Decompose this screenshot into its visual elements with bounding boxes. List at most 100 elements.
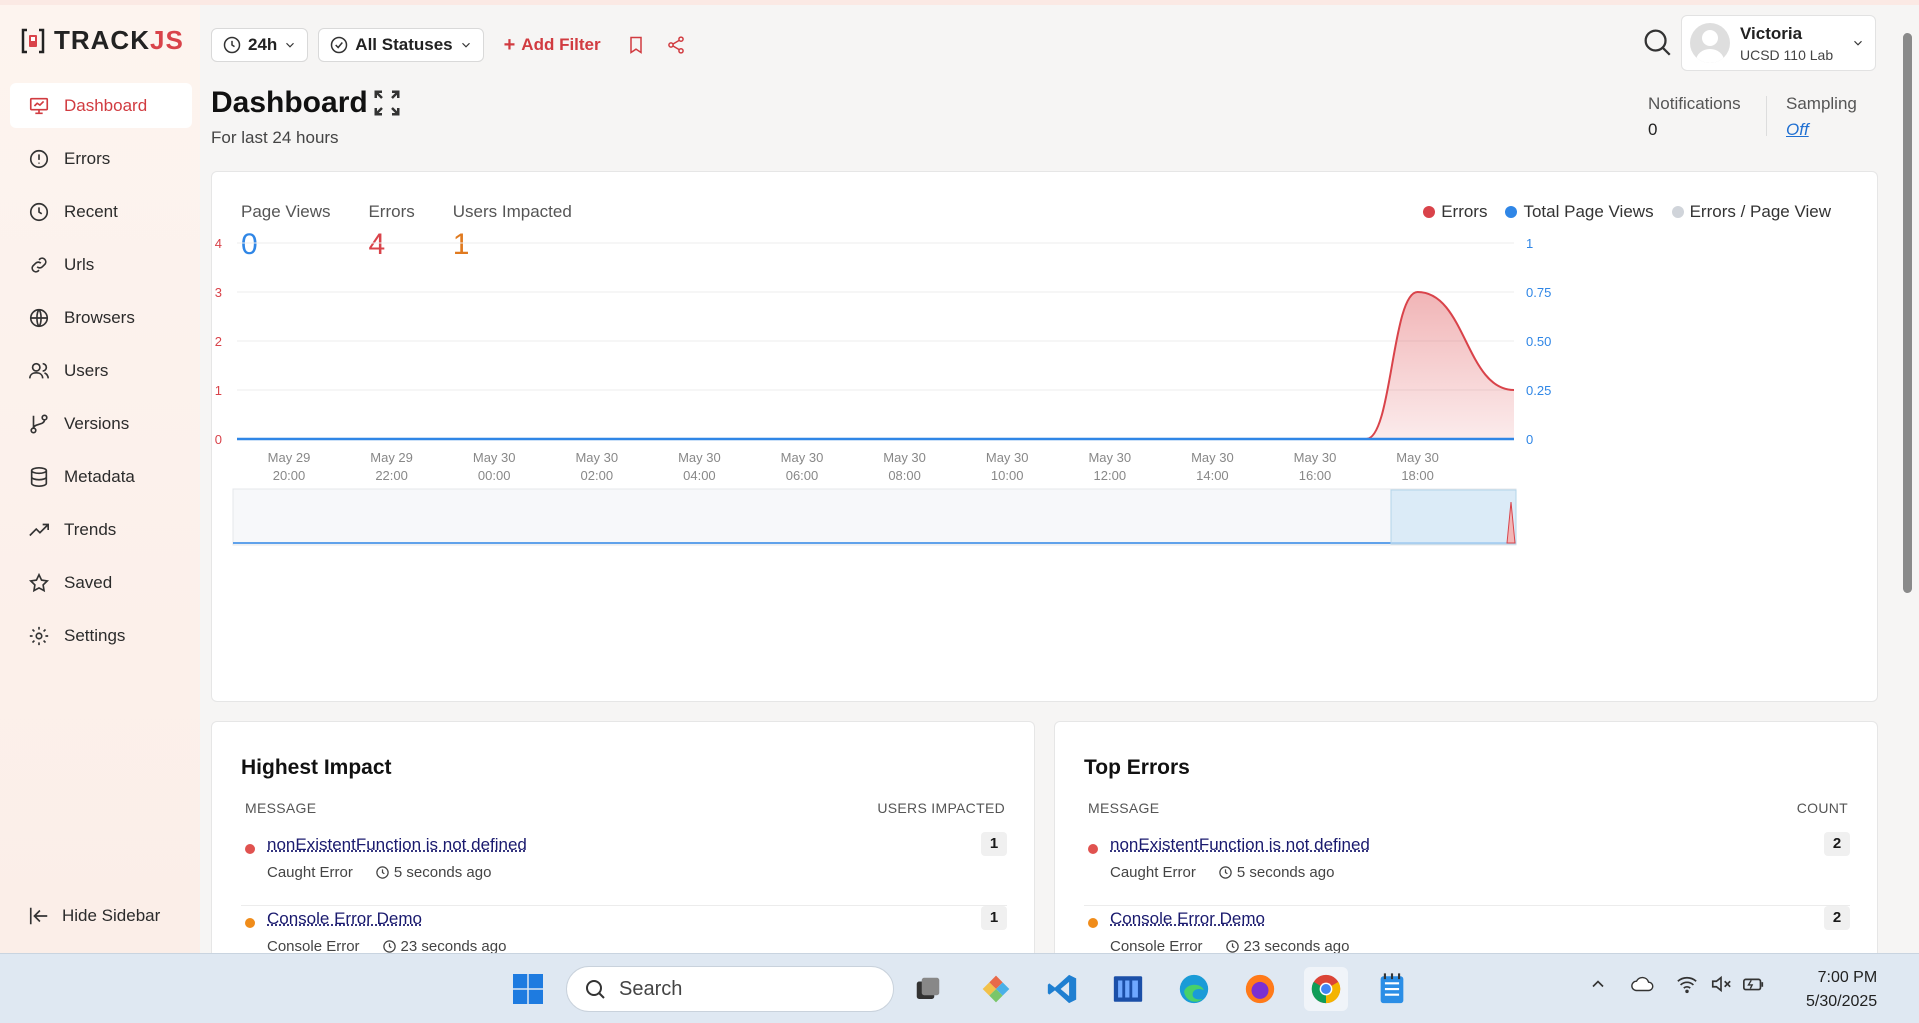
x-tick-label: May 30: [575, 450, 618, 465]
search-icon: [586, 980, 605, 999]
hide-sidebar-button[interactable]: Hide Sidebar: [28, 905, 160, 927]
chevron-up-icon[interactable]: [1588, 974, 1608, 994]
sidebar-item-versions[interactable]: Versions: [10, 401, 192, 446]
trackjs-logo[interactable]: TRACKJS: [18, 25, 184, 56]
clock-icon: [28, 201, 50, 223]
clock-icon: [223, 36, 241, 54]
wifi-icon[interactable]: [1676, 974, 1698, 994]
x-tick-label: 14:00: [1196, 468, 1229, 483]
sidebar-nav: Dashboard Errors Recent Urls Browsers Us…: [10, 83, 192, 666]
card-title: Top Errors: [1084, 756, 1190, 779]
sidebar-item-label: Trends: [64, 519, 117, 539]
status-filter-select[interactable]: All Statuses: [318, 28, 484, 62]
clock-icon: [376, 866, 389, 879]
bookmark-button[interactable]: [621, 30, 651, 60]
taskbar-clock[interactable]: 7:00 PM 5/30/2025: [1806, 966, 1877, 1014]
sidebar-item-saved[interactable]: Saved: [10, 560, 192, 605]
error-message-link[interactable]: nonExistentFunction is not defined: [1110, 835, 1370, 855]
x-tick-label: May 30: [781, 450, 824, 465]
status-dot: [245, 918, 255, 928]
y-tick-label-left: 1: [215, 383, 222, 398]
error-message-link[interactable]: Console Error Demo: [267, 909, 422, 929]
sidebar-item-label: Saved: [64, 572, 113, 592]
scrollbar-thumb[interactable]: [1903, 33, 1912, 593]
notifications-value: 0: [1648, 120, 1658, 139]
firefox-icon[interactable]: [1238, 967, 1282, 1011]
chevron-down-icon: [461, 42, 470, 48]
column-header-count: COUNT: [1796, 800, 1848, 816]
top-accent-line: [0, 0, 1919, 5]
speaker-muted-icon[interactable]: [1710, 974, 1732, 994]
y-tick-label-right: 0.75: [1526, 285, 1551, 300]
row-meta: Caught Error 5 seconds ago: [1110, 864, 1334, 881]
vertical-scrollbar[interactable]: [1899, 15, 1915, 955]
x-tick-label: 06:00: [786, 468, 819, 483]
errors-chart[interactable]: 0 1 2 3 4 0 0.25 0.50 0.75 1 May 29 20:00 May 29 22:0…: [212, 172, 1877, 701]
sidebar-item-users[interactable]: Users: [10, 348, 192, 393]
chrome-icon[interactable]: [1304, 967, 1348, 1011]
battery-icon[interactable]: [1742, 974, 1766, 994]
x-tick-label: 12:00: [1094, 468, 1127, 483]
y-tick-label-right: 1: [1526, 236, 1533, 251]
app-grid-icon[interactable]: [1106, 967, 1150, 1011]
top-errors-card: Top Errors MESSAGE COUNT nonExistentFunc…: [1054, 721, 1878, 971]
user-menu[interactable]: Victoria UCSD 110 Lab: [1681, 15, 1876, 71]
edge-icon[interactable]: [1172, 967, 1216, 1011]
notepad-icon[interactable]: [1370, 967, 1414, 1011]
sidebar-item-dashboard[interactable]: Dashboard: [10, 83, 192, 128]
table-row[interactable]: nonExistentFunction is not defined Caugh…: [1084, 832, 1850, 906]
sidebar-item-browsers[interactable]: Browsers: [10, 295, 192, 340]
x-tick-label: May 29: [268, 450, 311, 465]
sidebar-item-metadata[interactable]: Metadata: [10, 454, 192, 499]
time-range-select[interactable]: 24h: [211, 28, 309, 62]
range-navigator: [232, 488, 1517, 546]
sidebar-item-label: Settings: [64, 625, 126, 645]
y-tick-label-left: 0: [215, 432, 222, 447]
sidebar-item-label: Versions: [64, 413, 130, 433]
taskbar-search[interactable]: Search: [566, 966, 894, 1012]
row-time: 5 seconds ago: [375, 864, 491, 881]
cloud-icon[interactable]: [1630, 974, 1656, 994]
share-button[interactable]: [661, 30, 691, 60]
clock-date: 5/30/2025: [1806, 993, 1878, 1010]
search-icon[interactable]: [1640, 25, 1674, 59]
row-meta: Caught Error 5 seconds ago: [267, 864, 491, 881]
add-filter-label: Add Filter: [521, 35, 601, 54]
y-tick-label-right: 0: [1526, 432, 1533, 447]
sidebar-item-label: Users: [64, 360, 109, 380]
git-branch-icon: [28, 413, 50, 435]
errors-line: [237, 290, 1515, 441]
sampling-link[interactable]: Off: [1786, 120, 1857, 140]
sidebar-item-urls[interactable]: Urls: [10, 242, 192, 287]
overview-chart-card: Page Views 0 Errors 4 Users Impacted 1 E…: [211, 171, 1878, 702]
x-tick-label: 10:00: [991, 468, 1024, 483]
link-icon: [28, 254, 50, 276]
x-tick-label: May 30: [1191, 450, 1234, 465]
copilot-icon[interactable]: [974, 967, 1018, 1011]
table-row[interactable]: nonExistentFunction is not defined Caugh…: [241, 832, 1007, 906]
time-range-value: 24h: [248, 35, 278, 54]
sidebar-item-recent[interactable]: Recent: [10, 189, 192, 234]
x-tick-label: 02:00: [581, 468, 614, 483]
page-title: Dashboard: [211, 86, 368, 119]
x-tick-label: 08:00: [888, 468, 921, 483]
x-tick-label: May 30: [678, 450, 721, 465]
windows-start-icon[interactable]: [506, 967, 550, 1011]
error-type: Caught Error: [1110, 864, 1196, 881]
system-tray: [1588, 974, 1766, 994]
error-message-link[interactable]: Console Error Demo: [1110, 909, 1265, 929]
sidebar-item-errors[interactable]: Errors: [10, 136, 192, 181]
y-tick-label-left: 4: [215, 236, 222, 251]
expand-icon[interactable]: [372, 88, 402, 118]
sidebar-item-settings[interactable]: Settings: [10, 613, 192, 658]
x-tick-label: May 30: [986, 450, 1029, 465]
clock-icon: [382, 940, 396, 953]
sidebar-item-trends[interactable]: Trends: [10, 507, 192, 552]
y-tick-label-right: 0.25: [1526, 383, 1551, 398]
plus-icon: +: [503, 34, 516, 56]
add-filter-button[interactable]: + Add Filter: [494, 35, 611, 55]
vscode-icon[interactable]: [1040, 967, 1084, 1011]
task-view-icon[interactable]: [906, 967, 950, 1011]
error-message-link[interactable]: nonExistentFunction is not defined: [267, 835, 527, 855]
y-tick-label-right: 0.50: [1526, 334, 1551, 349]
